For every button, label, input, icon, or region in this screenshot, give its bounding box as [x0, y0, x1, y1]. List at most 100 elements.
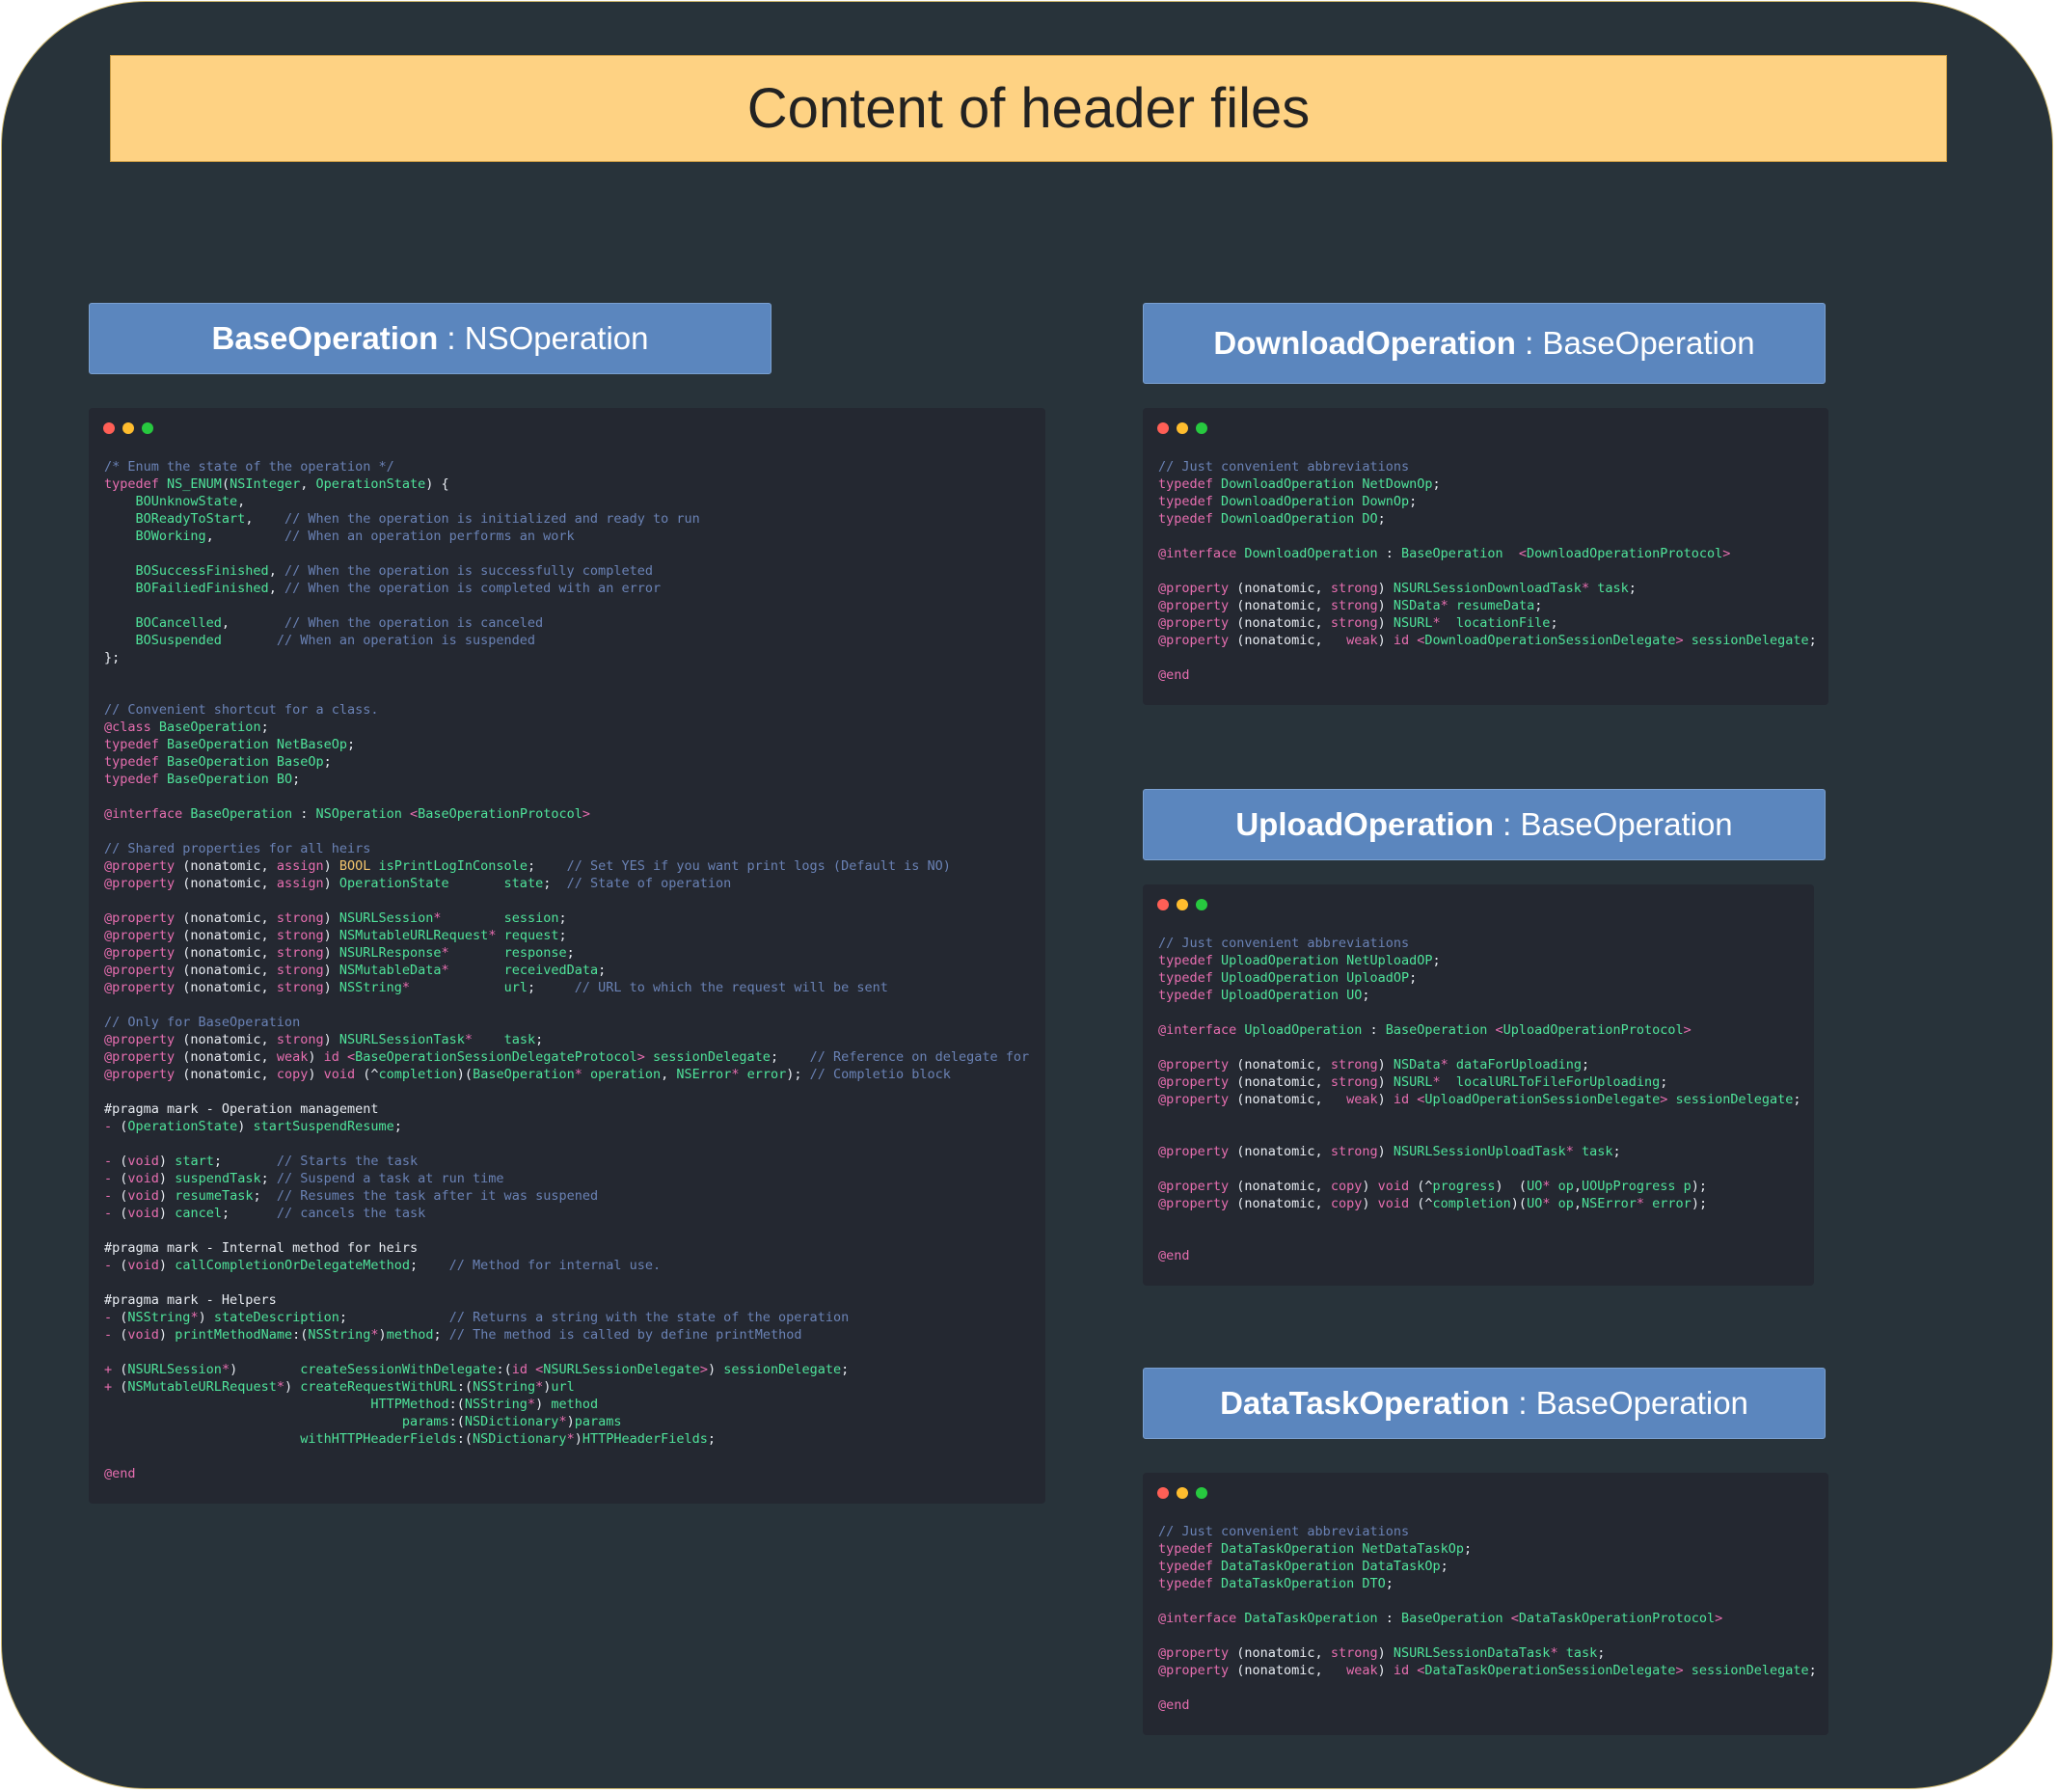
close-dot-icon	[1157, 1487, 1169, 1499]
code-line: BOSuspended // When an operation is susp…	[104, 633, 536, 648]
code-line: @property (nonatomic, weak) id <Download…	[1158, 633, 1817, 648]
code-block: /* Enum the state of the operation */typ…	[104, 458, 1029, 1482]
code-window-download-operation: // Just convenient abbreviations typedef …	[1143, 408, 1828, 705]
code-line: @property (nonatomic, copy) void (^progr…	[1158, 1179, 1708, 1194]
code-line: /* Enum the state of the operation */	[104, 459, 394, 475]
code-window-upload-operation: // Just convenient abbreviations typedef …	[1143, 884, 1814, 1286]
close-dot-icon	[1157, 422, 1169, 434]
code-line: @property (nonatomic, strong) NSURLSessi…	[104, 910, 567, 926]
code-line: // Just convenient abbreviations	[1158, 1524, 1410, 1539]
code-line: typedef DataTaskOperation NetDataTaskOp;	[1158, 1541, 1473, 1557]
code-block: // Just convenient abbreviations typedef …	[1158, 935, 1801, 1264]
minimize-dot-icon	[1177, 1487, 1188, 1499]
code-line: @interface DownloadOperation : BaseOpera…	[1158, 546, 1731, 561]
code-line: @interface UploadOperation : BaseOperati…	[1158, 1022, 1692, 1038]
code-line: @property (nonatomic, strong) NSURLSessi…	[1158, 1645, 1606, 1661]
code-line: @end	[1158, 667, 1190, 683]
code-line: BOReadyToStart, // When the operation is…	[104, 511, 700, 527]
code-line: typedef DataTaskOperation DTO;	[1158, 1576, 1394, 1591]
code-line: BOSuccessFinished, // When the operation…	[104, 563, 653, 579]
code-line: typedef DownloadOperation DO;	[1158, 511, 1386, 527]
code-line: #pragma mark - Helpers	[104, 1292, 277, 1308]
code-line: @property (nonatomic, weak) id <UploadOp…	[1158, 1092, 1801, 1107]
code-line: + (NSURLSession*) createSessionWithDeleg…	[104, 1362, 850, 1377]
superclass-name: : BaseOperation	[1509, 1385, 1748, 1421]
code-line: typedef BaseOperation BO;	[104, 772, 301, 787]
code-line: BOWorking, // When an operation performs…	[104, 529, 575, 544]
code-line: HTTPMethod:(NSString*) method	[104, 1397, 599, 1412]
header-base-operation: BaseOperation : NSOperation	[89, 303, 771, 374]
code-line: - (void) cancel; // cancels the task	[104, 1206, 426, 1221]
code-line: @end	[1158, 1248, 1190, 1263]
minimize-dot-icon	[1177, 422, 1188, 434]
code-line: @property (nonatomic, weak) id <DataTask…	[1158, 1663, 1817, 1678]
code-line: #pragma mark - Operation management	[104, 1101, 379, 1117]
maximize-dot-icon	[1196, 899, 1207, 910]
code-line: - (OperationState) startSuspendResume;	[104, 1119, 402, 1134]
code-block: // Just convenient abbreviations typedef …	[1158, 458, 1817, 684]
code-line: };	[104, 650, 121, 665]
code-line: @property (nonatomic, strong) NSData* da…	[1158, 1057, 1590, 1072]
code-line: typedef UploadOperation UO;	[1158, 988, 1370, 1003]
superclass-name: : NSOperation	[438, 320, 649, 356]
code-line: typedef DownloadOperation NetDownOp;	[1158, 476, 1441, 492]
window-controls	[1157, 899, 1207, 910]
code-line: typedef DataTaskOperation DataTaskOp;	[1158, 1559, 1448, 1574]
code-line: // Just convenient abbreviations	[1158, 459, 1410, 475]
code-line: params:(NSDictionary*)params	[104, 1414, 622, 1429]
code-line: @property (nonatomic, assign) BOOL isPri…	[104, 858, 951, 874]
code-line: BOCancelled, // When the operation is ca…	[104, 615, 544, 631]
code-line: @end	[1158, 1697, 1190, 1713]
code-line: // Convenient shortcut for a class.	[104, 702, 379, 718]
class-name: BaseOperation	[211, 320, 439, 356]
class-name: UploadOperation	[1235, 806, 1495, 842]
window-controls	[1157, 1487, 1207, 1499]
code-line: // Shared properties for all heirs	[104, 841, 371, 856]
superclass-name: : BaseOperation	[1515, 325, 1755, 361]
code-line: @property (nonatomic, strong) NSURL* loc…	[1158, 615, 1558, 631]
code-line: @end	[104, 1466, 136, 1481]
code-line: - (void) printMethodName:(NSString*)meth…	[104, 1327, 802, 1343]
minimize-dot-icon	[122, 422, 134, 434]
code-line: @property (nonatomic, strong) NSMutableU…	[104, 928, 567, 943]
maximize-dot-icon	[1196, 1487, 1207, 1499]
code-line: // Only for BaseOperation	[104, 1015, 301, 1030]
code-line: @interface BaseOperation : NSOperation <…	[104, 806, 590, 822]
code-line: // Just convenient abbreviations	[1158, 936, 1410, 951]
code-line: - (NSString*) stateDescription; // Retur…	[104, 1310, 850, 1325]
code-line: typedef NS_ENUM(NSInteger, OperationStat…	[104, 476, 449, 492]
code-line: typedef UploadOperation NetUploadOP;	[1158, 953, 1441, 968]
window-controls	[1157, 422, 1207, 434]
window-controls	[103, 422, 153, 434]
minimize-dot-icon	[1177, 899, 1188, 910]
code-line: BOFailiedFinished, // When the operation…	[104, 581, 662, 596]
maximize-dot-icon	[1196, 422, 1207, 434]
code-window-datatask-operation: // Just convenient abbreviations typedef …	[1143, 1473, 1828, 1735]
code-line: @property (nonatomic, weak) id <BaseOper…	[104, 1049, 1030, 1065]
code-line: @property (nonatomic, strong) NSURL* loc…	[1158, 1074, 1668, 1090]
code-window-base-operation: /* Enum the state of the operation */typ…	[89, 408, 1045, 1504]
code-line: withHTTPHeaderFields:(NSDictionary*)HTTP…	[104, 1431, 717, 1447]
